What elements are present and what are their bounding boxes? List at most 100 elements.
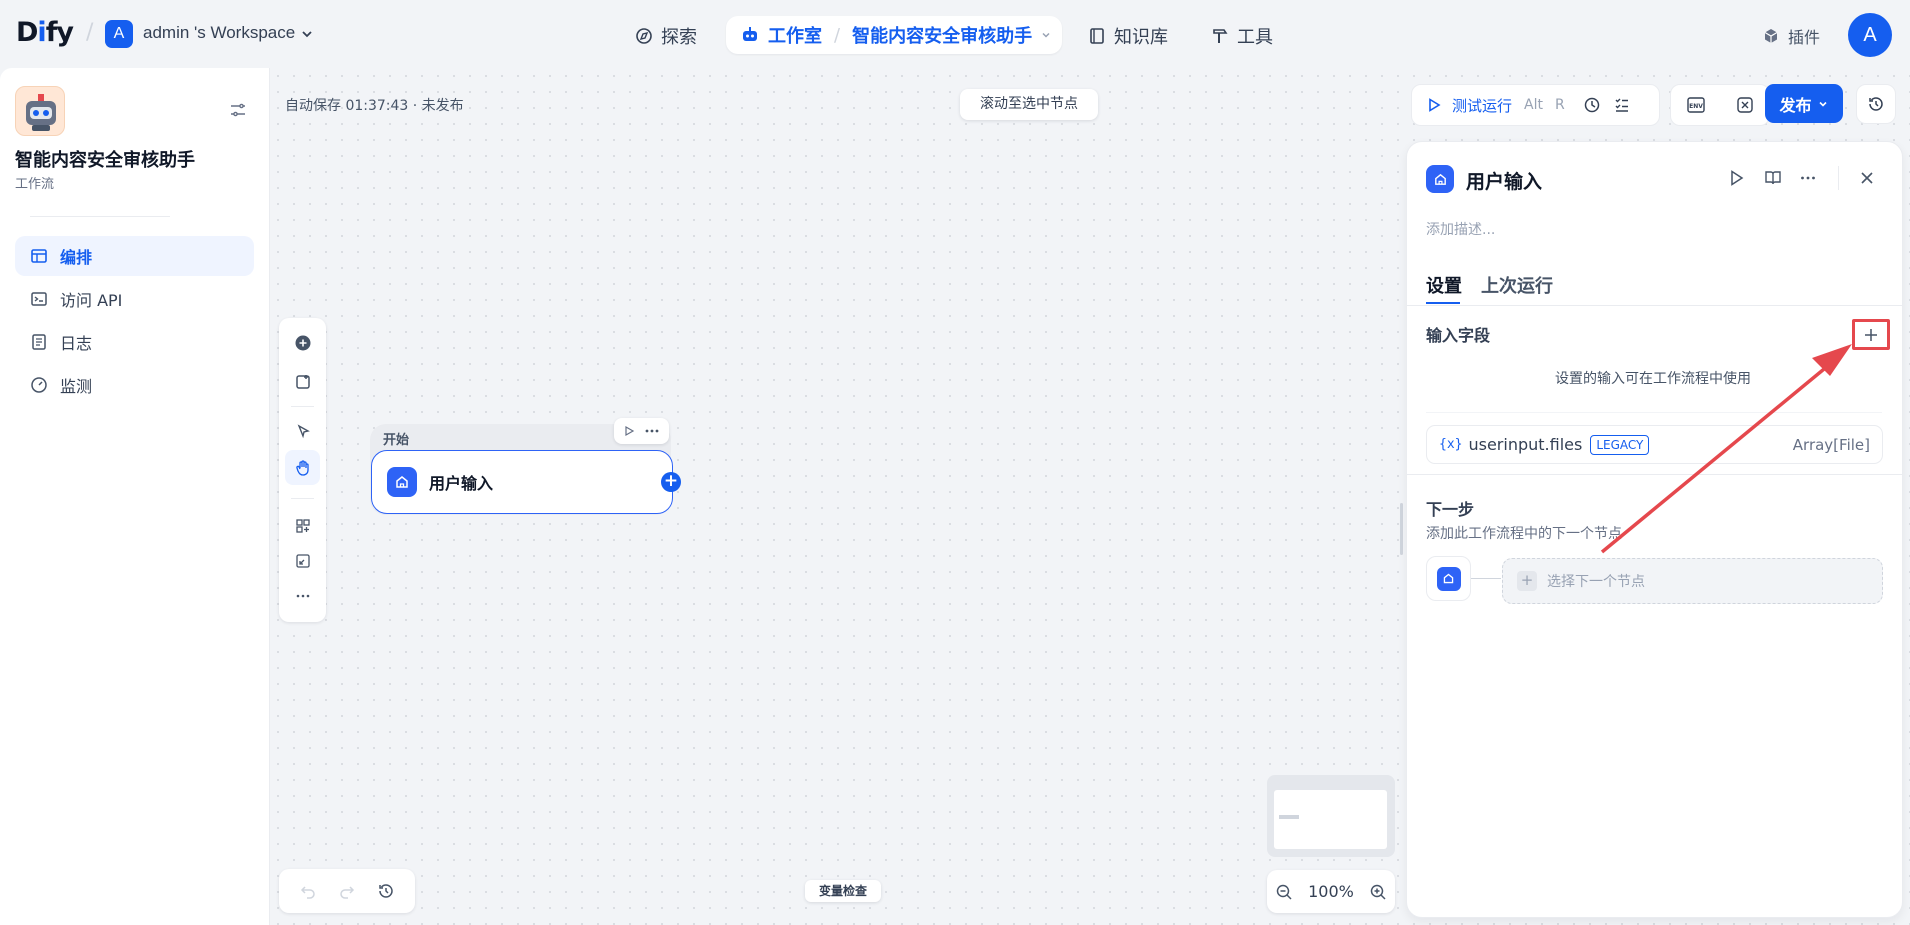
plus-icon: +: [1517, 571, 1537, 591]
more-icon[interactable]: [644, 425, 660, 437]
canvas-toolbar: [279, 318, 326, 622]
sidebar-item-label: 日志: [60, 334, 93, 353]
zoom-out-icon[interactable]: [1275, 883, 1293, 901]
dashboard-icon: [30, 376, 48, 394]
select-next-node-button[interactable]: + 选择下一个节点: [1502, 558, 1883, 604]
help-book-icon[interactable]: [1764, 169, 1782, 187]
workspace-badge[interactable]: A: [105, 20, 133, 48]
home-icon: [387, 467, 417, 497]
workspace-switcher[interactable]: admin 's Workspace: [143, 23, 314, 43]
env-icon[interactable]: ENV: [1686, 95, 1706, 115]
nav-tools[interactable]: 工具: [1211, 23, 1273, 49]
svg-text:ENV: ENV: [1689, 103, 1703, 110]
scroll-to-selected-node-button[interactable]: 滚动至选中节点: [960, 89, 1098, 120]
dify-logo[interactable]: Dify: [16, 17, 74, 48]
nav-studio-label: 工作室: [768, 26, 822, 47]
shortcut-alt: Alt: [1524, 97, 1543, 113]
run-step-icon[interactable]: [1729, 169, 1745, 187]
redo-icon[interactable]: [338, 882, 356, 900]
file-list-icon: [30, 333, 48, 351]
play-icon[interactable]: [1426, 97, 1442, 113]
sidebar-item-logs[interactable]: 日志: [15, 322, 254, 362]
variable-inspect-button[interactable]: 变量检查: [805, 880, 881, 902]
header-divider: [1838, 166, 1839, 190]
run-node-icon[interactable]: [623, 425, 635, 437]
variable-name: userinput.files: [1468, 435, 1583, 454]
panel-title[interactable]: 用户输入: [1466, 167, 1542, 194]
select-next-node-label: 选择下一个节点: [1547, 574, 1645, 590]
nav-tools-label: 工具: [1237, 27, 1273, 48]
undo-redo-bar: [279, 869, 415, 913]
cube-icon: [1762, 27, 1780, 45]
user-avatar[interactable]: A: [1848, 13, 1892, 57]
home-icon: [1436, 566, 1461, 591]
test-run-group: 测试运行 Alt R: [1411, 84, 1660, 126]
workspace-name: admin 's Workspace: [143, 23, 296, 42]
nav-knowledge[interactable]: 知识库: [1088, 23, 1168, 49]
shortcut-key: R: [1554, 97, 1565, 113]
description-input[interactable]: 添加描述...: [1426, 219, 1495, 239]
undo-icon[interactable]: [299, 882, 317, 900]
autosave-status: 自动保存 01:37:43 · 未发布: [285, 98, 464, 114]
terminal-icon: [30, 290, 48, 308]
conversation-variable-icon[interactable]: [1735, 95, 1755, 115]
input-fields-title: 输入字段: [1426, 326, 1491, 345]
zoom-level[interactable]: 100%: [1308, 882, 1354, 901]
chevron-down-icon: [300, 27, 314, 41]
nav-studio[interactable]: 工作室 / 智能内容安全审核助手: [726, 16, 1062, 54]
start-node[interactable]: 用户输入: [371, 450, 673, 514]
nav-knowledge-label: 知识库: [1114, 27, 1168, 48]
layout-icon: [30, 247, 48, 265]
sidebar-item-label: 监测: [60, 377, 93, 396]
start-node-title: 用户输入: [429, 474, 494, 493]
nav-explore-label: 探索: [661, 27, 697, 48]
minimap-node: [1279, 815, 1299, 819]
tab-divider: [1407, 305, 1903, 306]
chevron-down-icon[interactable]: [1040, 29, 1052, 41]
organize-blocks-icon[interactable]: [285, 508, 320, 543]
sidebar-item-monitor[interactable]: 监测: [15, 365, 254, 405]
sidebar-item-api[interactable]: 访问 API: [15, 279, 254, 319]
zoom-in-icon[interactable]: [1369, 883, 1387, 901]
nav-plugins[interactable]: 插件: [1762, 23, 1820, 49]
tab-last-run[interactable]: 上次运行: [1481, 272, 1553, 298]
pointer-icon[interactable]: [285, 414, 320, 449]
sidebar-item-label: 编排: [60, 248, 93, 267]
more-icon[interactable]: [285, 578, 320, 613]
book-icon: [1088, 27, 1106, 45]
app-robot-icon: [15, 86, 65, 136]
more-icon[interactable]: [1799, 169, 1817, 187]
hammer-icon: [1211, 27, 1229, 45]
fit-view-icon[interactable]: [285, 543, 320, 578]
home-icon: [1426, 165, 1454, 193]
sidebar-divider: [30, 216, 170, 217]
variable-icon: {x}: [1439, 437, 1463, 452]
add-next-node-button[interactable]: +: [661, 472, 681, 492]
publish-button[interactable]: 发布: [1765, 84, 1843, 123]
close-icon[interactable]: [1859, 170, 1875, 186]
add-node-icon[interactable]: [285, 325, 320, 360]
sliders-icon[interactable]: [228, 100, 248, 120]
hand-icon[interactable]: [285, 450, 320, 485]
nav-plugins-label: 插件: [1788, 28, 1821, 47]
nav-explore[interactable]: 探索: [635, 23, 697, 49]
chevron-down-icon: [1817, 98, 1829, 110]
run-history-icon[interactable]: [1583, 96, 1601, 114]
sidebar-item-label: 访问 API: [60, 291, 123, 310]
panel-resize-handle[interactable]: [1400, 503, 1403, 555]
compass-icon: [635, 27, 653, 45]
publish-label: 发布: [1779, 95, 1812, 115]
history-icon[interactable]: [377, 882, 395, 900]
tab-settings[interactable]: 设置: [1426, 272, 1462, 298]
checklist-icon[interactable]: [1613, 96, 1631, 114]
current-app-label[interactable]: 智能内容安全审核助手: [852, 22, 1032, 48]
next-step-source-node: [1426, 556, 1471, 601]
test-run-button[interactable]: 测试运行: [1452, 95, 1512, 116]
version-history-icon[interactable]: [1856, 84, 1896, 124]
add-note-icon[interactable]: [285, 364, 320, 399]
breadcrumb-separator: /: [834, 24, 841, 46]
robot-icon: [740, 25, 760, 45]
zoom-controls: 100%: [1267, 870, 1395, 913]
annotation-arrow: [1600, 344, 1852, 554]
sidebar-item-orchestrate[interactable]: 编排: [15, 236, 254, 276]
